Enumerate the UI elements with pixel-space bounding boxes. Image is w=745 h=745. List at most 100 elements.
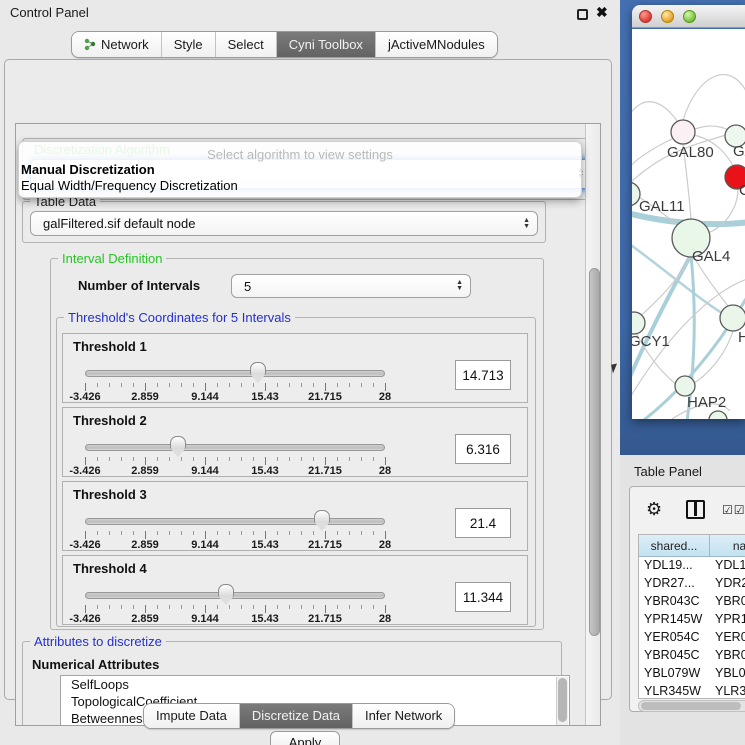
threshold-4-box: Threshold 4 -3.4262.8599.14415.4321.71528…: [62, 555, 528, 625]
network-window-titlebar[interactable]: [632, 5, 745, 28]
attributes-scrollbar[interactable]: [556, 677, 568, 726]
table-header[interactable]: shared...na: [639, 535, 745, 557]
threshold-2-box: Threshold 2-3.4262.8599.14415.4321.71528…: [62, 407, 528, 477]
cell-name: YPR1: [715, 612, 745, 626]
table-row[interactable]: YER054C YER0: [639, 629, 745, 647]
cell-name: YDL1: [715, 558, 745, 572]
table-row[interactable]: YDL19... YDL1: [639, 557, 745, 575]
scrollbar-thumb[interactable]: [641, 702, 741, 710]
num-intervals-combobox[interactable]: 5 ▲▼: [231, 274, 471, 298]
network-node-gal80[interactable]: [671, 120, 695, 144]
tab-impute-data[interactable]: Impute Data: [144, 704, 240, 728]
tab-network[interactable]: Network: [72, 32, 162, 57]
top-tab-bar: Network Style Select Cyni Toolbox jActiveMNo…: [71, 31, 498, 58]
settings-vertical-scrollbar[interactable]: [585, 124, 601, 726]
apply-button[interactable]: Apply: [270, 731, 340, 745]
table-row[interactable]: YLR345WYLR3: [639, 683, 745, 699]
column-layout-icon[interactable]: [686, 500, 705, 519]
scrollbar-thumb[interactable]: [589, 268, 600, 636]
column-header-name[interactable]: na: [710, 535, 745, 557]
slider-thumb[interactable]: [250, 362, 266, 375]
dropdown-option-manual[interactable]: Manual Discretization: [21, 162, 155, 177]
node-label: GAL4: [692, 248, 730, 265]
table-data-combobox[interactable]: galFiltered.sif default node ▲▼: [30, 211, 538, 236]
slider-track[interactable]: [85, 370, 385, 377]
slider-scale-labels: -3.4262.8599.14415.4321.71528: [85, 465, 385, 477]
threshold-3-box: Threshold 3-3.4262.8599.14415.4321.71528…: [62, 481, 528, 551]
network-node-hap2[interactable]: [675, 376, 695, 396]
threshold-label: Threshold 4: [73, 561, 147, 576]
table-data-value: galFiltered.sif default node: [43, 216, 195, 231]
network-icon: [84, 38, 96, 51]
node-label: C: [739, 182, 745, 199]
network-node-h[interactable]: [720, 305, 745, 331]
network-node-gcy1[interactable]: [632, 312, 645, 334]
slider-thumb[interactable]: [218, 584, 234, 597]
node-attribute-table[interactable]: shared...na YDL19...YDL1YDR27...YDR2YBR0…: [638, 534, 745, 699]
threshold-value-field[interactable]: 14.713: [455, 360, 511, 390]
tab-label: Cyni Toolbox: [289, 37, 363, 52]
cell-shared-name: YDR27...: [644, 576, 695, 590]
minimize-light-yellow[interactable]: [661, 10, 674, 23]
network-node-partial[interactable]: [709, 411, 727, 419]
slider-track[interactable]: [85, 444, 385, 451]
tab-infer-network[interactable]: Infer Network: [353, 704, 454, 728]
tab-label: Select: [228, 37, 264, 52]
num-intervals-label: Number of Intervals: [78, 278, 200, 293]
attribute-list-item[interactable]: SelfLoops: [61, 676, 569, 693]
table-panel-title: Table Panel: [634, 464, 702, 479]
column-header-shared-name[interactable]: shared...: [639, 535, 710, 557]
tab-label: Discretize Data: [252, 708, 340, 723]
checkbox-checked-icons[interactable]: ☑☑: [722, 503, 745, 517]
combo-stepper-icon: ▲▼: [456, 280, 463, 292]
tab-style[interactable]: Style: [162, 32, 216, 57]
slider-scale-labels: -3.4262.8599.14415.4321.71528: [85, 391, 385, 403]
tab-jactivemnodules[interactable]: jActiveMNodules: [376, 32, 497, 57]
dropdown-hint: Select algorithm to view settings: [19, 147, 581, 162]
table-row[interactable]: YBR045C YBR0: [639, 647, 745, 665]
tab-cyni-toolbox[interactable]: Cyni Toolbox: [277, 32, 376, 57]
tab-select[interactable]: Select: [216, 32, 277, 57]
node-label: H: [738, 329, 745, 346]
threshold-value-field[interactable]: 6.316: [455, 434, 511, 464]
gear-icon[interactable]: ⚙: [646, 499, 662, 520]
cell-shared-name: YBL079W: [644, 666, 700, 680]
table-row[interactable]: YPR145WYPR1: [639, 611, 745, 629]
dropdown-option-equal-width[interactable]: Equal Width/Frequency Discretization: [21, 178, 238, 193]
cyni-toolbox-panel: Discretization Algorithm ▲▼ Select algor…: [4, 59, 612, 700]
cell-name: YER0: [715, 630, 745, 644]
node-label: HAP2: [687, 394, 726, 411]
slider-thumb[interactable]: [170, 436, 186, 449]
tab-discretize-data[interactable]: Discretize Data: [240, 704, 353, 728]
cell-shared-name: YDL19...: [644, 558, 693, 572]
network-view-window[interactable]: GAL80GACGAL11GAL4GCY1HHAP2: [632, 5, 745, 419]
close-panel-icon[interactable]: ✖: [596, 4, 608, 21]
cell-name: YBR0: [715, 648, 745, 662]
threshold-value-field[interactable]: 21.4: [455, 508, 511, 538]
bottom-tab-bar: Impute Data Discretize Data Infer Network: [143, 703, 455, 729]
network-canvas[interactable]: GAL80GACGAL11GAL4GCY1HHAP2: [632, 29, 745, 419]
threshold-label: Threshold 1: [73, 339, 147, 354]
table-row[interactable]: YDR27...YDR2: [639, 575, 745, 593]
numerical-attributes-label: Numerical Attributes: [32, 657, 159, 672]
cell-shared-name: YER054C: [644, 630, 700, 644]
num-intervals-value: 5: [244, 279, 251, 294]
tab-label: Style: [174, 37, 203, 52]
table-horizontal-scrollbar[interactable]: [638, 700, 745, 712]
node-label: GCY1: [632, 333, 670, 350]
threshold-1-box: Threshold 1 -3.4262.8599.14415.4321.71528…: [62, 333, 528, 403]
cell-name: YLR3: [715, 684, 745, 698]
slider-scale-labels: -3.4262.8599.14415.4321.71528: [85, 613, 385, 625]
cell-shared-name: YBR045C: [644, 648, 700, 662]
slider-thumb[interactable]: [314, 510, 330, 523]
close-light-red[interactable]: [639, 10, 652, 23]
float-window-icon[interactable]: [577, 9, 588, 20]
node-label: GAL80: [667, 144, 714, 161]
zoom-light-green[interactable]: [683, 10, 696, 23]
table-row[interactable]: YBL079WYBL0: [639, 665, 745, 683]
threshold-value-field[interactable]: 11.344: [455, 582, 511, 612]
panel-title: Control Panel: [10, 5, 89, 20]
slider-track[interactable]: [85, 518, 385, 525]
slider-track[interactable]: [85, 592, 385, 599]
table-row[interactable]: YBR043CYBR0: [639, 593, 745, 611]
